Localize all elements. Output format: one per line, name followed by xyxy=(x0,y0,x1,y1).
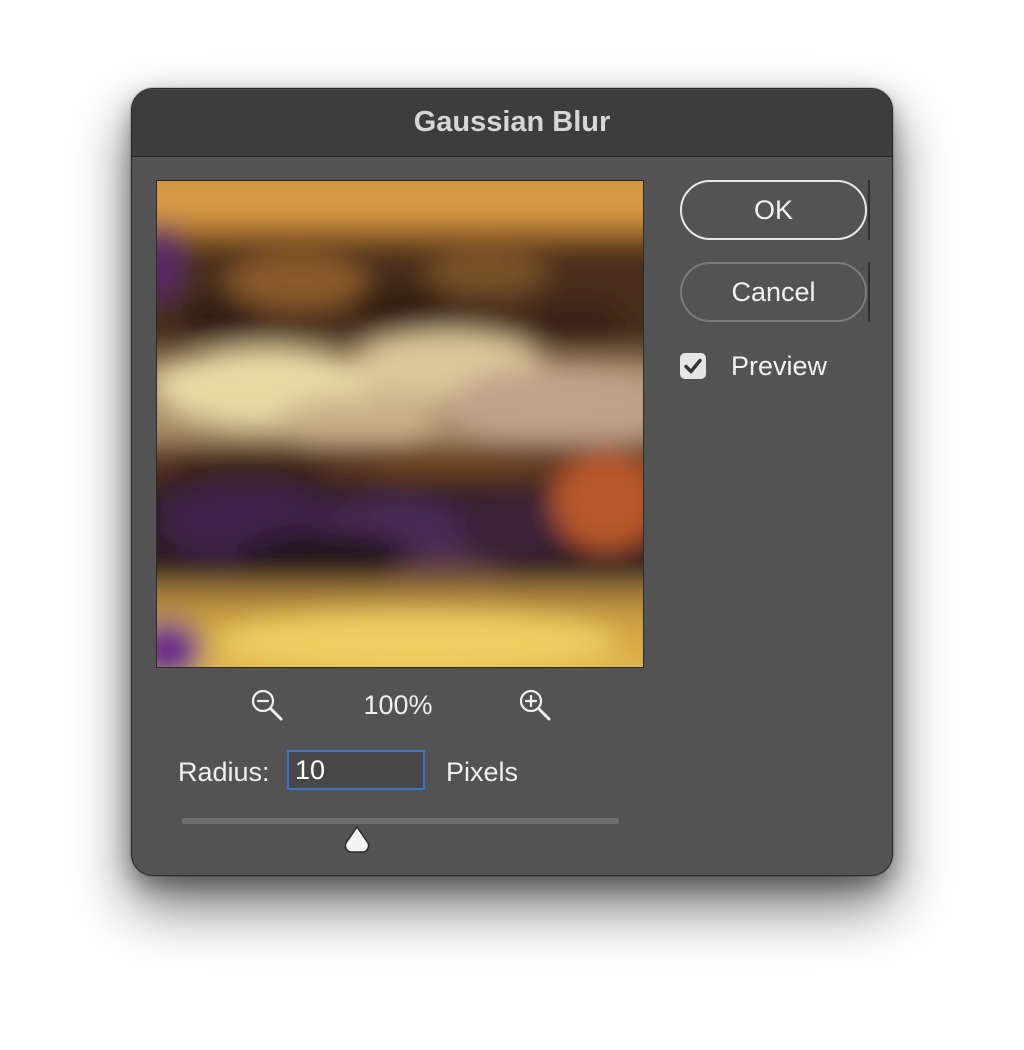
gaussian-blur-dialog: Gaussian Blur OK Cancel Preview 100% Rad… xyxy=(131,88,893,876)
zoom-out-icon[interactable] xyxy=(250,688,284,722)
checkmark-icon xyxy=(684,358,702,374)
title-bar[interactable]: Gaussian Blur xyxy=(132,89,892,157)
zoom-in-icon[interactable] xyxy=(518,688,552,722)
preview-checkbox[interactable] xyxy=(680,353,706,379)
ok-button[interactable]: OK xyxy=(680,180,867,240)
cancel-button-edge xyxy=(868,262,870,322)
radius-input[interactable]: 10 xyxy=(287,750,425,790)
radius-slider-thumb[interactable] xyxy=(343,824,371,854)
ok-button-edge xyxy=(868,180,870,240)
radius-units-label: Pixels xyxy=(446,757,519,787)
zoom-level-readout: 100% xyxy=(363,690,433,720)
radius-slider-track[interactable] xyxy=(182,818,619,824)
cancel-button[interactable]: Cancel xyxy=(680,262,867,322)
radius-label: Radius: xyxy=(178,757,270,787)
dialog-title: Gaussian Blur xyxy=(413,106,611,138)
preview-checkbox-label[interactable]: Preview xyxy=(731,348,827,384)
blur-preview-image[interactable] xyxy=(156,180,644,668)
